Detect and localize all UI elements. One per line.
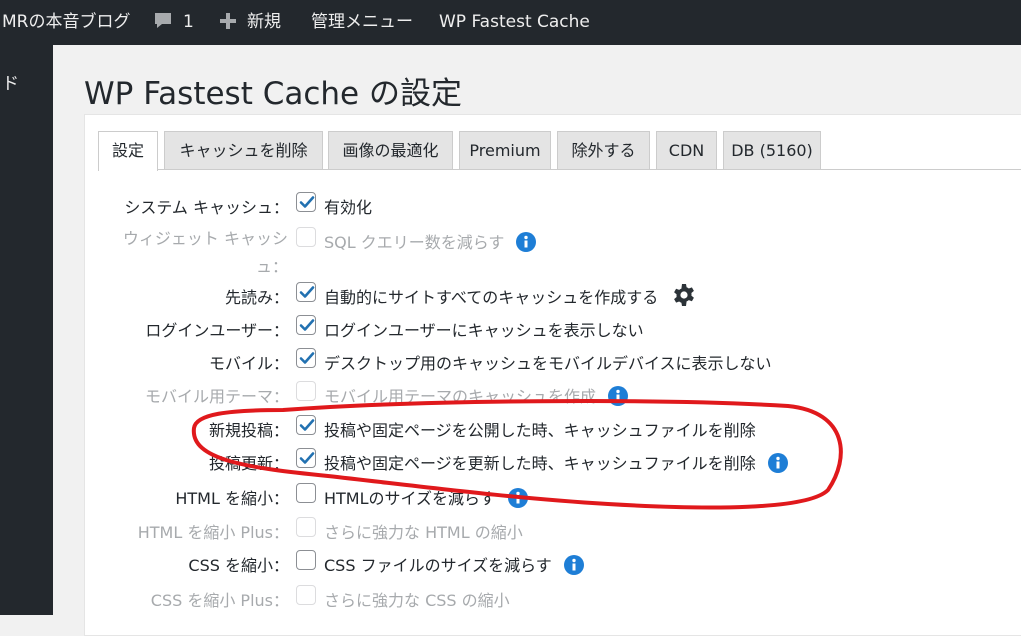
info-icon[interactable] — [507, 487, 528, 508]
checkmark-icon — [299, 419, 315, 431]
setting-row-mobile-theme: モバイル用テーマ： モバイル用テーマのキャッシュを作成 — [0, 379, 1021, 409]
checkmark-icon — [299, 196, 315, 208]
setting-description: モバイル用テーマのキャッシュを作成 — [324, 383, 629, 407]
tab-cdn[interactable]: CDN — [656, 131, 717, 169]
setting-label: ログインユーザー： — [145, 321, 289, 340]
checkbox-system-cache[interactable] — [296, 192, 316, 212]
checkbox-minify-css[interactable] — [296, 550, 316, 570]
setting-label: HTML を縮小 Plus： — [137, 523, 289, 542]
setting-row-minify-css: CSS を縮小： CSS ファイルのサイズを減らす — [0, 548, 1021, 578]
setting-row-preload: 先読み： 自動的にサイトすべてのキャッシュを作成する — [0, 280, 1021, 310]
setting-row-minify-html: HTML を縮小： HTMLのサイズを減らす — [0, 481, 1021, 511]
checkbox-mobile-theme[interactable] — [296, 381, 316, 401]
tab-db[interactable]: DB (5160) — [723, 131, 821, 169]
info-icon[interactable] — [608, 385, 629, 406]
setting-label: HTML を縮小： — [175, 489, 289, 508]
checkmark-icon — [299, 286, 315, 298]
admin-bar: MRの本音ブログ 1 新規 管理メニュー WP Fastest Cache — [0, 0, 1021, 45]
setting-label: 新規投稿： — [208, 421, 289, 440]
gear-icon[interactable] — [672, 283, 696, 311]
setting-label: システム キャッシュ： — [124, 198, 289, 217]
plus-icon — [220, 12, 236, 29]
setting-description: さらに強力な HTML の縮小 — [324, 523, 523, 542]
checkbox-widget-cache[interactable] — [296, 227, 316, 247]
wp-fastest-cache-link[interactable]: WP Fastest Cache — [439, 0, 590, 45]
setting-label: CSS を縮小： — [188, 556, 289, 575]
tab-delete-cache[interactable]: キャッシュを削除 — [164, 131, 323, 169]
setting-row-minify-html-plus: HTML を縮小 Plus： さらに強力な HTML の縮小 — [0, 515, 1021, 545]
checkbox-update-post[interactable] — [296, 448, 316, 468]
setting-label: モバイル用テーマ： — [144, 387, 289, 406]
setting-row-widget-cache: ウィジェット キャッシ ュ： SQL クエリー数を減らす — [0, 225, 1021, 276]
setting-label: 投稿更新： — [208, 454, 289, 473]
setting-description: SQL クエリー数を減らす — [324, 229, 537, 253]
comment-bubble-icon — [155, 12, 171, 28]
checkbox-mobile[interactable] — [296, 348, 316, 368]
setting-row-system-cache: システム キャッシュ： 有効化 — [0, 190, 1021, 220]
checkmark-icon — [299, 452, 315, 464]
setting-description: 有効化 — [324, 198, 373, 217]
setting-description: HTMLのサイズを減らす — [324, 485, 528, 509]
comments-link[interactable]: 1 — [153, 0, 194, 45]
setting-row-new-post: 新規投稿： 投稿や固定ページを公開した時、キャッシュファイルを削除 — [0, 413, 1021, 443]
site-name-link[interactable]: MRの本音ブログ — [2, 0, 130, 45]
checkbox-logged-in-users[interactable] — [296, 315, 316, 335]
setting-label: 先読み： — [224, 288, 289, 307]
tab-premium[interactable]: Premium — [459, 131, 551, 169]
checkbox-preload[interactable] — [296, 282, 316, 302]
setting-description: ログインユーザーにキャッシュを表示しない — [324, 321, 644, 340]
checkmark-icon — [299, 352, 315, 364]
setting-label: モバイル： — [208, 354, 289, 373]
info-icon[interactable] — [767, 452, 788, 473]
checkbox-minify-html[interactable] — [296, 483, 316, 503]
checkmark-icon — [299, 319, 315, 331]
setting-description: CSS ファイルのサイズを減らす — [324, 552, 584, 576]
setting-row-minify-css-plus: CSS を縮小 Plus： さらに強力な CSS の縮小 — [0, 583, 1021, 613]
checkbox-new-post[interactable] — [296, 415, 316, 435]
checkbox-minify-html-plus[interactable] — [296, 517, 316, 537]
page-title: WP Fastest Cache の設定 — [84, 76, 462, 112]
setting-description: 自動的にサイトすべてのキャッシュを作成する — [324, 283, 696, 311]
info-icon[interactable] — [563, 554, 584, 575]
info-icon[interactable] — [516, 231, 537, 252]
tab-image-optimization[interactable]: 画像の最適化 — [328, 131, 453, 169]
setting-description: 投稿や固定ページを公開した時、キャッシュファイルを削除 — [324, 421, 756, 440]
comment-count: 1 — [183, 12, 194, 32]
new-content-link[interactable]: 新規 — [219, 0, 281, 45]
setting-description: デスクトップ用のキャッシュをモバイルデバイスに表示しない — [324, 354, 772, 373]
setting-row-mobile: モバイル： デスクトップ用のキャッシュをモバイルデバイスに表示しない — [0, 346, 1021, 376]
setting-label: CSS を縮小 Plus： — [150, 591, 289, 610]
new-label: 新規 — [247, 12, 281, 32]
setting-row-update-post: 投稿更新： 投稿や固定ページを更新した時、キャッシュファイルを削除 — [0, 446, 1021, 476]
setting-description: 投稿や固定ページを更新した時、キャッシュファイルを削除 — [324, 450, 788, 474]
tabs-divider — [98, 169, 1021, 170]
setting-row-logged-in-users: ログインユーザー： ログインユーザーにキャッシュを表示しない — [0, 313, 1021, 343]
setting-label: ウィジェット キャッシ ュ： — [122, 229, 288, 276]
checkbox-minify-css-plus[interactable] — [296, 585, 316, 605]
tab-exclude[interactable]: 除外する — [557, 131, 650, 169]
setting-description: さらに強力な CSS の縮小 — [324, 591, 510, 610]
admin-menu-link[interactable]: 管理メニュー — [311, 0, 413, 45]
tab-settings[interactable]: 設定 — [98, 131, 158, 171]
sidebar-item-fragment[interactable]: ド — [2, 69, 19, 94]
